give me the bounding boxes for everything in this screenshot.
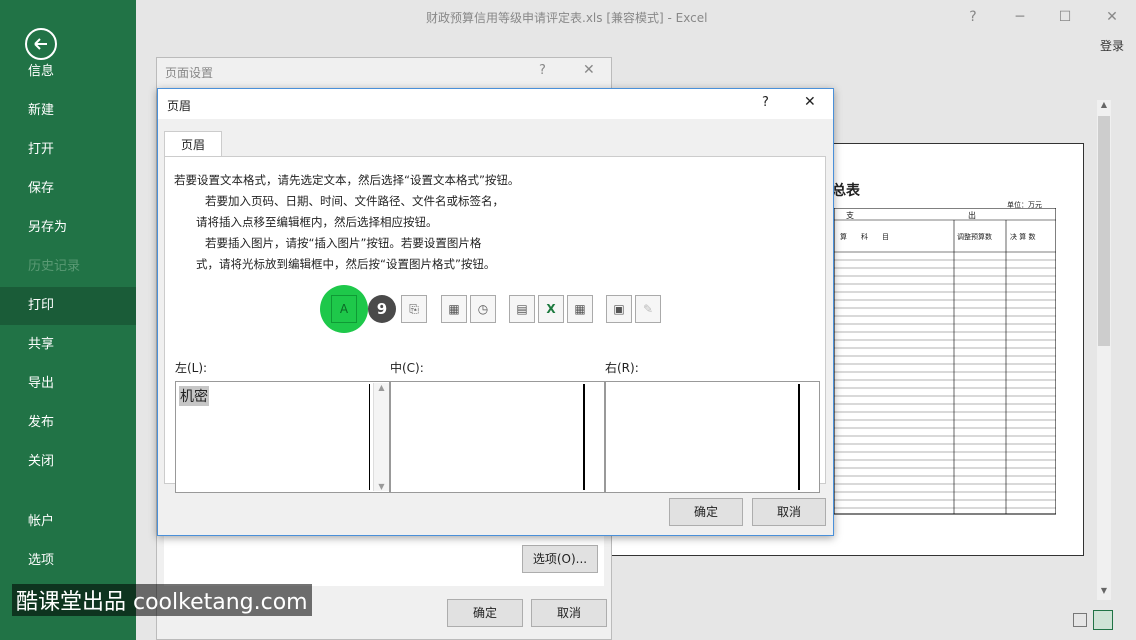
- insert-picture-button[interactable]: ▣: [606, 295, 632, 323]
- instruction-line-1: 若要设置文本格式，请先选定文本，然后选择“设置文本格式”按钮。: [174, 173, 520, 187]
- nav-open[interactable]: 打开: [0, 131, 136, 169]
- scroll-thumb[interactable]: [1098, 116, 1110, 346]
- format-text-button[interactable]: A: [331, 295, 357, 323]
- scroll-down-icon[interactable]: ▼: [374, 482, 389, 491]
- preview-col-subject: 算 科 目: [840, 233, 889, 241]
- step-badge: 9: [368, 295, 396, 323]
- header-dialog-title: 页眉: [167, 99, 192, 113]
- nav-close[interactable]: 关闭: [0, 443, 136, 481]
- minimize-button[interactable]: ─: [1008, 6, 1032, 28]
- instruction-line-2: 若要加入页码、日期、时间、文件路径、文件名或标签名，: [205, 194, 504, 208]
- nav-options[interactable]: 选项: [0, 542, 136, 580]
- header-ok-button[interactable]: 确定: [669, 498, 743, 526]
- center-section-label: 中(C):: [390, 361, 424, 375]
- nav-publish[interactable]: 发布: [0, 404, 136, 442]
- nav-export[interactable]: 导出: [0, 365, 136, 403]
- nav-print[interactable]: 打印: [0, 287, 136, 325]
- insert-page-count-button[interactable]: ⎘: [401, 295, 427, 323]
- format-picture-button: ✎: [635, 295, 661, 323]
- preview-col-budget: 调整预算数: [957, 233, 992, 241]
- zoom-page-icon[interactable]: [1093, 610, 1113, 630]
- clock-icon: ◷: [477, 302, 489, 316]
- preview-col-final: 决 算 数: [1010, 233, 1036, 241]
- nav-history: 历史记录: [28, 259, 81, 274]
- page-view-icon[interactable]: [1073, 613, 1087, 627]
- page-setup-cancel-button[interactable]: 取消: [531, 599, 607, 627]
- scroll-up-icon[interactable]: ▲: [374, 383, 389, 392]
- left-section-input[interactable]: 机密 ▲ ▼: [175, 381, 390, 493]
- nav-save[interactable]: 保存: [0, 170, 136, 208]
- header-help-button[interactable]: ?: [762, 95, 769, 110]
- header-close-button[interactable]: ✕: [804, 94, 816, 110]
- instruction-line-4: 若要插入图片，请按“插入图片”按钮。若要设置图片格: [205, 236, 482, 250]
- watermark: 酷课堂出品 coolketang.com: [12, 584, 312, 616]
- page-setup-close-button[interactable]: ✕: [583, 62, 595, 78]
- right-section-label: 右(R):: [605, 361, 639, 375]
- center-divider: [583, 384, 585, 490]
- preview-title: 总表: [832, 183, 860, 199]
- picture-icon: ▣: [613, 302, 625, 316]
- scroll-down-icon[interactable]: ▼: [1097, 586, 1111, 600]
- center-section-input[interactable]: [390, 381, 605, 493]
- window-close-button[interactable]: ✕: [1100, 6, 1124, 28]
- preview-table: [834, 208, 1056, 515]
- header-dialog-titlebar: 页眉 ? ✕: [158, 89, 833, 119]
- preview-col-header-1: 支: [846, 211, 854, 220]
- folder-icon: ▤: [516, 302, 528, 316]
- options-button[interactable]: 选项(O)...: [522, 545, 598, 573]
- restore-button[interactable]: ☐: [1053, 6, 1077, 28]
- nav-share[interactable]: 共享: [0, 326, 136, 364]
- tab-header[interactable]: 页眉: [164, 131, 222, 158]
- login-link[interactable]: 登录: [1100, 37, 1124, 54]
- insert-file-path-button[interactable]: ▤: [509, 295, 535, 323]
- nav-info[interactable]: 信息: [0, 53, 136, 91]
- preview-col-header-2: 出: [968, 211, 976, 220]
- calendar-icon: ▦: [448, 302, 460, 316]
- format-picture-icon: ✎: [642, 302, 654, 316]
- title-bar: 财政预算信用等级申请评定表.xls [兼容模式] - Excel ? ─ ☐ ✕: [136, 0, 1136, 36]
- instruction-line-3: 请将插入点移至编辑框内，然后选择相应按钮。: [196, 215, 438, 229]
- window-title: 财政预算信用等级申请评定表.xls [兼容模式] - Excel: [426, 11, 708, 25]
- right-section-input[interactable]: [605, 381, 820, 493]
- sheet-icon: ▦: [574, 302, 586, 316]
- insert-file-name-button[interactable]: X: [538, 295, 564, 323]
- left-section-text: 机密: [179, 386, 209, 406]
- preview-scrollbar[interactable]: ▲ ▼: [1097, 100, 1111, 600]
- page-setup-help-button[interactable]: ?: [539, 63, 546, 78]
- header-cancel-button[interactable]: 取消: [752, 498, 826, 526]
- nav-new[interactable]: 新建: [0, 92, 136, 130]
- pages-icon: ⎘: [409, 302, 419, 316]
- backstage-nav: 信息 新建 打开 保存 另存为 历史记录 打印 共享 导出 发布 关闭 帐户 选…: [0, 0, 136, 640]
- page-setup-title: 页面设置: [165, 66, 214, 80]
- left-section-scrollbar[interactable]: ▲ ▼: [373, 383, 389, 491]
- insert-date-button[interactable]: ▦: [441, 295, 467, 323]
- text-caret: [369, 384, 370, 490]
- excel-icon: X: [546, 302, 556, 316]
- left-section-label: 左(L):: [175, 361, 208, 375]
- instruction-line-5: 式，请将光标放到编辑框中，然后按“设置图片格式”按钮。: [196, 257, 496, 271]
- help-button[interactable]: ?: [961, 6, 985, 28]
- insert-time-button[interactable]: ◷: [470, 295, 496, 323]
- scroll-up-icon[interactable]: ▲: [1097, 100, 1111, 114]
- header-dialog: 页眉 ? ✕ 页眉 若要设置文本格式，请先选定文本，然后选择“设置文本格式”按钮…: [157, 88, 834, 536]
- right-divider: [798, 384, 800, 490]
- page-setup-ok-button[interactable]: 确定: [447, 599, 523, 627]
- insert-sheet-name-button[interactable]: ▦: [567, 295, 593, 323]
- nav-save-as[interactable]: 另存为: [0, 209, 136, 247]
- nav-account[interactable]: 帐户: [0, 503, 136, 541]
